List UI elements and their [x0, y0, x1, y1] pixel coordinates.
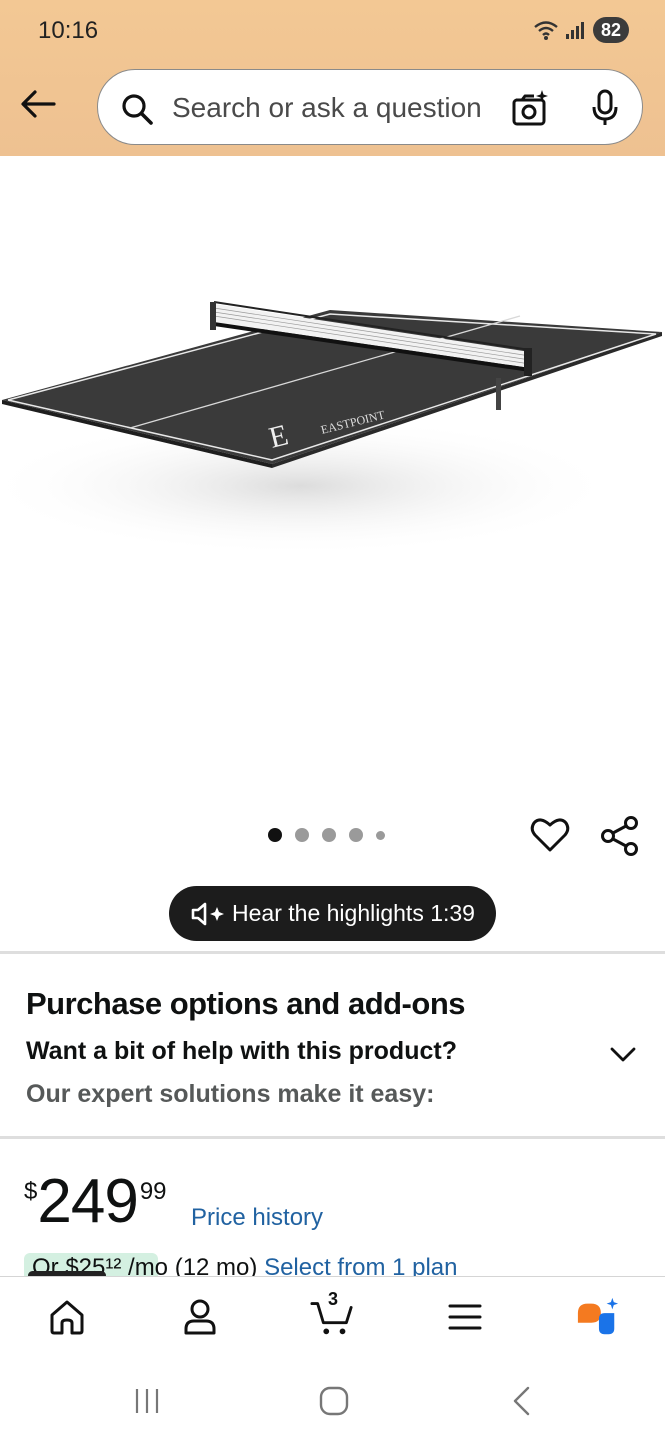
bottom-navigation: 3 — [0, 1276, 665, 1358]
price-history-link[interactable]: Price history — [191, 1204, 323, 1232]
search-input[interactable]: Search or ask a question — [172, 92, 482, 124]
recent-apps-icon[interactable] — [132, 1386, 162, 1416]
help-question[interactable]: Want a bit of help with this product? — [26, 1037, 457, 1066]
battery-indicator: 82 — [592, 17, 629, 43]
carousel-dot[interactable] — [349, 828, 363, 842]
app-header: 10:16 82 Search or ask a question — [0, 0, 665, 156]
highlights-label: Hear the highlights 1:39 — [232, 900, 475, 926]
nav-home[interactable] — [45, 1295, 89, 1339]
microphone-icon[interactable] — [590, 88, 620, 128]
price-fraction: 99 — [139, 1178, 167, 1205]
nav-cart[interactable]: 3 — [310, 1289, 354, 1339]
nav-menu[interactable] — [443, 1295, 487, 1339]
wifi-icon — [534, 21, 558, 40]
status-bar: 10:16 82 — [0, 0, 665, 62]
heart-icon — [530, 818, 570, 852]
ping-pong-table-image: E EASTPOINT — [0, 301, 662, 556]
nav-account[interactable] — [178, 1295, 222, 1339]
search-icon — [122, 94, 153, 125]
select-plan-link[interactable]: Select from 1 plan — [264, 1254, 457, 1276]
image-carousel-dots — [268, 828, 385, 842]
search-bar[interactable]: Search or ask a question — [97, 69, 643, 145]
carousel-dot[interactable] — [295, 828, 309, 842]
payment-plan-row: Or $25¹² /mo (12 mo) Select from 1 plan — [24, 1250, 624, 1276]
home-system-icon[interactable] — [318, 1385, 350, 1417]
section-divider — [0, 1136, 665, 1139]
person-icon — [184, 1299, 216, 1335]
system-navigation — [0, 1358, 665, 1440]
hear-highlights-button[interactable]: Hear the highlights 1:39 — [169, 886, 496, 941]
product-price: $ 249 99 — [24, 1170, 167, 1234]
help-subtitle: Our expert solutions make it easy: — [26, 1080, 435, 1108]
carousel-dot[interactable] — [268, 828, 282, 842]
back-button[interactable] — [18, 84, 58, 124]
signal-icon — [565, 22, 584, 39]
chevron-down-icon[interactable] — [608, 1042, 638, 1066]
share-button[interactable] — [599, 815, 641, 857]
status-icons: 82 — [533, 17, 629, 43]
cart-count-badge: 3 — [328, 1289, 339, 1309]
section-divider — [0, 951, 665, 954]
status-time: 10:16 — [38, 17, 99, 44]
share-icon — [601, 816, 638, 856]
wishlist-button[interactable] — [530, 815, 570, 855]
arrow-left-icon — [21, 90, 56, 118]
price-whole: 249 — [37, 1167, 138, 1236]
home-icon — [50, 1300, 84, 1335]
nav-rufus-assistant[interactable] — [576, 1295, 620, 1339]
carousel-dot[interactable] — [376, 830, 385, 840]
camera-search-icon[interactable] — [510, 88, 550, 128]
purchase-options-title: Purchase options and add-ons — [26, 986, 466, 1021]
price-currency: $ — [24, 1178, 38, 1205]
speaker-sparkle-icon — [191, 902, 225, 925]
product-image[interactable]: E EASTPOINT — [0, 156, 665, 806]
menu-icon — [448, 1304, 482, 1330]
carousel-dot[interactable] — [322, 828, 336, 842]
back-system-icon[interactable] — [508, 1385, 534, 1417]
rufus-assistant-icon — [577, 1297, 619, 1335]
